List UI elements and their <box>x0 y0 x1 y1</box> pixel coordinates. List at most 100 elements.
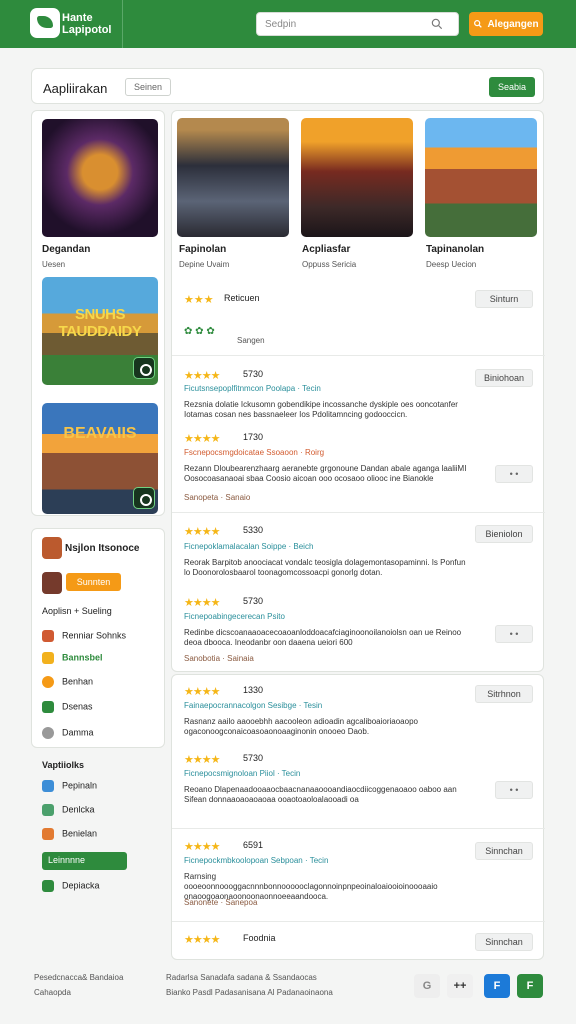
rating-value: 1330 <box>243 685 264 695</box>
folder-icon <box>42 804 54 816</box>
review-icons: ✿ ✿ ✿ <box>184 326 215 337</box>
sidebar-item[interactable]: Pepinaln <box>42 780 127 796</box>
game-subtitle: Uesen <box>42 260 66 269</box>
search-button[interactable]: Alegangen <box>469 12 543 36</box>
divider <box>172 512 545 513</box>
primary-action-button[interactable]: Seabia <box>489 77 535 97</box>
review-text: Reorak Barpitob anoociacat vondalc teosi… <box>184 558 466 577</box>
avatar <box>42 537 62 559</box>
avatar <box>42 572 62 594</box>
review-meta: Sanonete · Sanepoa <box>184 898 258 907</box>
review-section-subtitle: Sangen <box>237 336 265 345</box>
game-card[interactable] <box>301 118 413 237</box>
review-text: Rezsnia dolatie Ickusomn gobendikipe inc… <box>184 400 458 419</box>
rating-stars: ★★★★ <box>184 370 220 382</box>
rating-stars: ★★★★ <box>184 934 220 946</box>
game-subtitle: Depine Uvaim <box>179 260 230 269</box>
game-art[interactable] <box>42 119 158 237</box>
game-title: Degandan <box>42 244 91 255</box>
profile-link[interactable]: Renniar Sohnks <box>42 630 162 644</box>
profile-link[interactable]: Bannsbel <box>42 652 162 666</box>
footer-links[interactable]: Bianko Pasdl Padasanisana Al Padanaoinao… <box>166 988 333 997</box>
review-action-button[interactable]: Sitrhnon <box>475 685 533 703</box>
reviewer-line: Fscnepocsmgdoicatae Ssoaoon · Roirg <box>184 448 325 457</box>
rating-stars: ★★★★ <box>184 686 220 698</box>
sidebar-item[interactable]: Benielan <box>42 828 127 844</box>
settings-icon <box>42 727 54 739</box>
profile-link[interactable]: Aoplisn + Sueling <box>42 606 162 620</box>
sidebar-item[interactable]: Denlcka <box>42 804 127 820</box>
sidebar-title: Vaptiiolks <box>42 760 85 770</box>
rating-stars: ★★★★ <box>184 754 220 766</box>
game-icon <box>133 357 155 379</box>
mail-icon <box>42 828 54 840</box>
category-icon <box>42 630 54 642</box>
profile-link[interactable]: Benhan <box>42 676 162 690</box>
language-button[interactable]: ++ <box>447 974 473 998</box>
footer-links[interactable]: Radarlsa Sanadafa sadana & Ssandaocas <box>166 973 317 982</box>
app-logo[interactable] <box>30 8 60 38</box>
rating-stars: ★★★★ <box>184 597 220 609</box>
brand-title: Hante Lapipotol <box>62 12 112 36</box>
coin-icon <box>42 676 54 688</box>
review-action-button[interactable]: Biniohoan <box>475 369 533 387</box>
more-button[interactable]: • • <box>495 781 533 799</box>
share-button[interactable]: F <box>517 974 543 998</box>
review-text: Rezann Dloubearenzhaarg aeranebte grgono… <box>184 464 467 483</box>
rating-stars: ★★★★ <box>184 526 220 538</box>
game-title: Fapinolan <box>179 244 227 255</box>
review-text: Redinbe dicscoanaaoacecoaoanloddoacafcia… <box>184 628 462 647</box>
game-card[interactable] <box>425 118 537 237</box>
divider <box>172 921 545 922</box>
review-action-button[interactable]: Sinnchan <box>475 933 533 951</box>
search-input[interactable]: Sedpin <box>256 12 459 36</box>
review-meta: Sanobotia · Sainaia <box>184 654 254 663</box>
game-title: Tapinanolan <box>426 244 485 255</box>
review-section-title: Reticuen <box>224 293 260 303</box>
review-meta: Sanopeta · Sanaio <box>184 493 251 502</box>
featured-game-panel: Degandan Uesen SNUHS TAUDDAIDY BEAVAIIS <box>31 110 165 516</box>
rating-value: 5730 <box>243 753 264 763</box>
profile-link[interactable]: Dsenas <box>42 701 162 715</box>
profile-panel: Nsjlon Itsonoce Sunnten Aoplisn + Suelin… <box>31 528 165 748</box>
more-button[interactable]: • • <box>495 465 533 483</box>
top-bar: Hante Lapipotol Sedpin Alegangen <box>0 0 576 48</box>
reviewer-line: Fainaepocrannacolgon Sesibge · Tesin <box>184 701 323 710</box>
send-icon <box>42 780 54 792</box>
page-title: Aapliirakan <box>43 81 108 96</box>
top-divider <box>122 0 123 48</box>
reviewer-line: Ficnepockmbkoolopoan Sebpoan · Tecin <box>184 856 329 865</box>
review-text: Rasnanz aailo aaooebhh aacooleon adioadi… <box>184 717 418 736</box>
divider <box>172 355 545 356</box>
rating-stars: ★★★★ <box>184 841 220 853</box>
review-action-button[interactable]: Sinturn <box>475 290 533 308</box>
more-button[interactable]: • • <box>495 625 533 643</box>
game-title: Acpliasfar <box>302 244 351 255</box>
footer-text: Pesedcnacca& Bandaioa <box>34 973 124 982</box>
reviewer-line: Ficutsnsepoplfitnmcon Poolapa · Tecin <box>184 384 321 393</box>
reviewer-line: Ficnepoklamalacalan Soippe · Beich <box>184 542 314 551</box>
rating-value: 6591 <box>243 840 264 850</box>
facebook-button[interactable]: F <box>484 974 510 998</box>
shield-icon <box>42 880 54 892</box>
rating-stars: ★★★★ <box>184 433 220 445</box>
filter-chip[interactable]: Seinen <box>125 78 171 96</box>
rating-value: 5330 <box>243 525 264 535</box>
profile-button[interactable]: Sunnten <box>66 573 121 591</box>
check-icon <box>42 701 54 713</box>
sidebar-item[interactable]: Depiacka <box>42 880 127 896</box>
game-subtitle: Oppuss Sericia <box>302 260 357 269</box>
game-icon <box>133 487 155 509</box>
game-subtitle: Deesp Uecion <box>426 260 477 269</box>
divider <box>172 828 545 829</box>
game-banner: BEAVAIIS <box>63 425 137 442</box>
sidebar-item-active[interactable]: Leinnnne <box>42 852 127 870</box>
review-text: Reoano Dlapenaadooaaocbaacnanaaoooandiao… <box>184 785 457 804</box>
game-card[interactable] <box>177 118 289 237</box>
theme-button[interactable]: G <box>414 974 440 998</box>
review-action-button[interactable]: Bieniolon <box>475 525 533 543</box>
search-icon <box>431 18 443 30</box>
review-action-button[interactable]: Sinnchan <box>475 842 533 860</box>
rating-value: 5730 <box>243 369 264 379</box>
profile-link[interactable]: Damma <box>42 727 162 741</box>
